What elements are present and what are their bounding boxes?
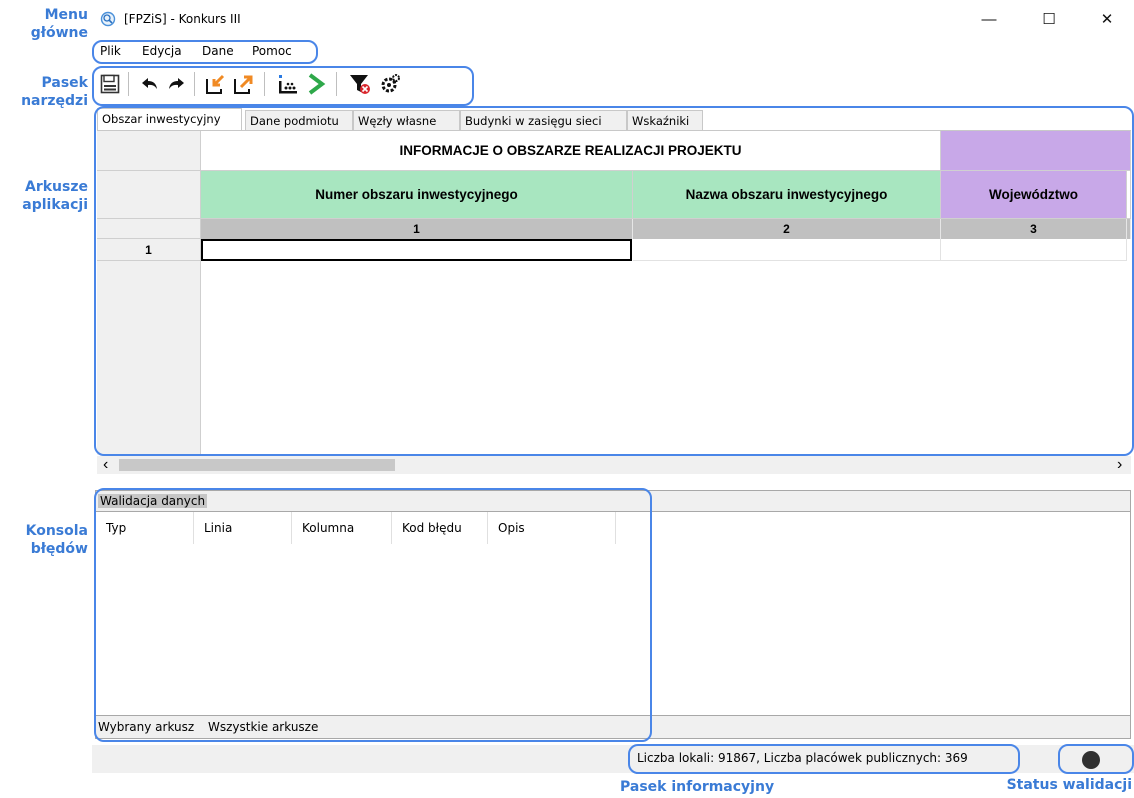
annotation-toolbar: Pasek narzędzi <box>21 75 88 109</box>
menu-pomoc[interactable]: Pomoc <box>252 44 292 58</box>
column-number-rest <box>1127 219 1131 239</box>
status-info-text: Liczba lokali: 91867, Liczba placówek pu… <box>637 751 968 765</box>
menu-edycja[interactable]: Edycja <box>142 44 182 58</box>
toolbar-separator <box>128 72 129 96</box>
console-column-header[interactable]: Kolumna <box>292 512 392 544</box>
column-number: 2 <box>633 219 941 239</box>
console-table: Typ Linia Kolumna Kod błędu Opis <box>95 512 1131 715</box>
console-tabs: Wybrany arkusz Wszystkie arkusze <box>95 715 1131 739</box>
grid-cell[interactable] <box>633 239 941 261</box>
menu-dane[interactable]: Dane <box>202 44 234 58</box>
tab-obszar-inwestycyjny[interactable]: Obszar inwestycyjny <box>97 108 242 130</box>
toolbar <box>92 64 1134 104</box>
close-button[interactable]: ✕ <box>1085 4 1129 34</box>
save-icon[interactable] <box>98 72 122 96</box>
column-header-rest <box>1127 171 1131 219</box>
tab-wezly-wlasne[interactable]: Węzły własne <box>353 110 460 130</box>
export-icon[interactable] <box>232 72 256 96</box>
grid-cell-selected[interactable] <box>201 239 632 261</box>
window-title: [FPZiS] - Konkurs III <box>124 12 241 26</box>
title-bar: [FPZiS] - Konkurs III — ☐ ✕ <box>92 0 1134 40</box>
corner-cell <box>97 131 201 171</box>
column-number: 3 <box>941 219 1127 239</box>
row-header[interactable]: 1 <box>97 239 201 261</box>
validation-status-indicator <box>1082 751 1100 769</box>
run-icon[interactable] <box>304 72 328 96</box>
corner-cell <box>97 171 201 219</box>
console-column-header[interactable]: Linia <box>194 512 292 544</box>
filter-clear-icon[interactable] <box>348 72 372 96</box>
annotation-menu: Menu główne <box>30 7 88 41</box>
minimize-button[interactable]: — <box>967 4 1011 34</box>
chart-icon[interactable] <box>276 72 300 96</box>
console-column-header[interactable]: Typ <box>96 512 194 544</box>
row-header-rest <box>97 261 201 455</box>
toolbar-separator <box>194 72 195 96</box>
app-icon <box>100 11 116 27</box>
scroll-right-icon[interactable]: › <box>1117 456 1122 474</box>
data-grid: 1 INFORMACJE O OBSZARZE REALIZACJI PROJE… <box>97 130 1131 455</box>
tab-budynki[interactable]: Budynki w zasięgu sieci <box>460 110 627 130</box>
console-column-header[interactable]: Kod błędu <box>392 512 488 544</box>
menu-bar: Plik Edycja Dane Pomoc <box>92 40 1134 62</box>
console-title: Walidacja danych <box>98 494 208 508</box>
settings-icon[interactable] <box>378 72 402 96</box>
console-column-header[interactable]: Opis <box>488 512 616 544</box>
scroll-thumb[interactable] <box>119 459 395 471</box>
annotation-validation-status: Status walidacji <box>1006 777 1132 793</box>
corner-cell <box>97 219 201 239</box>
section-title-purple <box>941 131 1131 171</box>
undo-icon[interactable] <box>138 72 162 96</box>
toolbar-separator <box>264 72 265 96</box>
status-bar: Liczba lokali: 91867, Liczba placówek pu… <box>92 745 1134 773</box>
annotation-console: Konsola błędów <box>25 523 88 557</box>
column-header[interactable]: Numer obszaru inwestycyjnego <box>201 171 633 219</box>
scroll-left-icon[interactable]: ‹ <box>103 456 108 474</box>
horizontal-scrollbar[interactable]: ‹ › <box>97 456 1131 474</box>
annotation-infobar: Pasek informacyjny <box>620 779 775 795</box>
console-title-bar: Walidacja danych <box>95 490 1131 512</box>
console-tab-all-sheets[interactable]: Wszystkie arkusze <box>208 720 318 734</box>
section-title: INFORMACJE O OBSZARZE REALIZACJI PROJEKT… <box>201 131 941 171</box>
console-tab-selected-sheet[interactable]: Wybrany arkusz <box>98 720 194 734</box>
column-header[interactable]: Nazwa obszaru inwestycyjnego <box>633 171 941 219</box>
redo-icon[interactable] <box>164 72 188 96</box>
tab-dane-podmiotu[interactable]: Dane podmiotu <box>245 110 353 130</box>
toolbar-separator <box>336 72 337 96</box>
sheet-tabs: Obszar inwestycyjny Dane podmiotu Węzły … <box>97 108 1131 130</box>
import-icon[interactable] <box>204 72 228 96</box>
annotation-sheets: Arkusze aplikacji <box>22 179 88 213</box>
column-number: 1 <box>201 219 633 239</box>
menu-plik[interactable]: Plik <box>100 44 121 58</box>
grid-cell[interactable] <box>941 239 1127 261</box>
column-header[interactable]: Województwo <box>941 171 1127 219</box>
maximize-button[interactable]: ☐ <box>1027 4 1071 34</box>
tab-wskazniki[interactable]: Wskaźniki <box>627 110 703 130</box>
